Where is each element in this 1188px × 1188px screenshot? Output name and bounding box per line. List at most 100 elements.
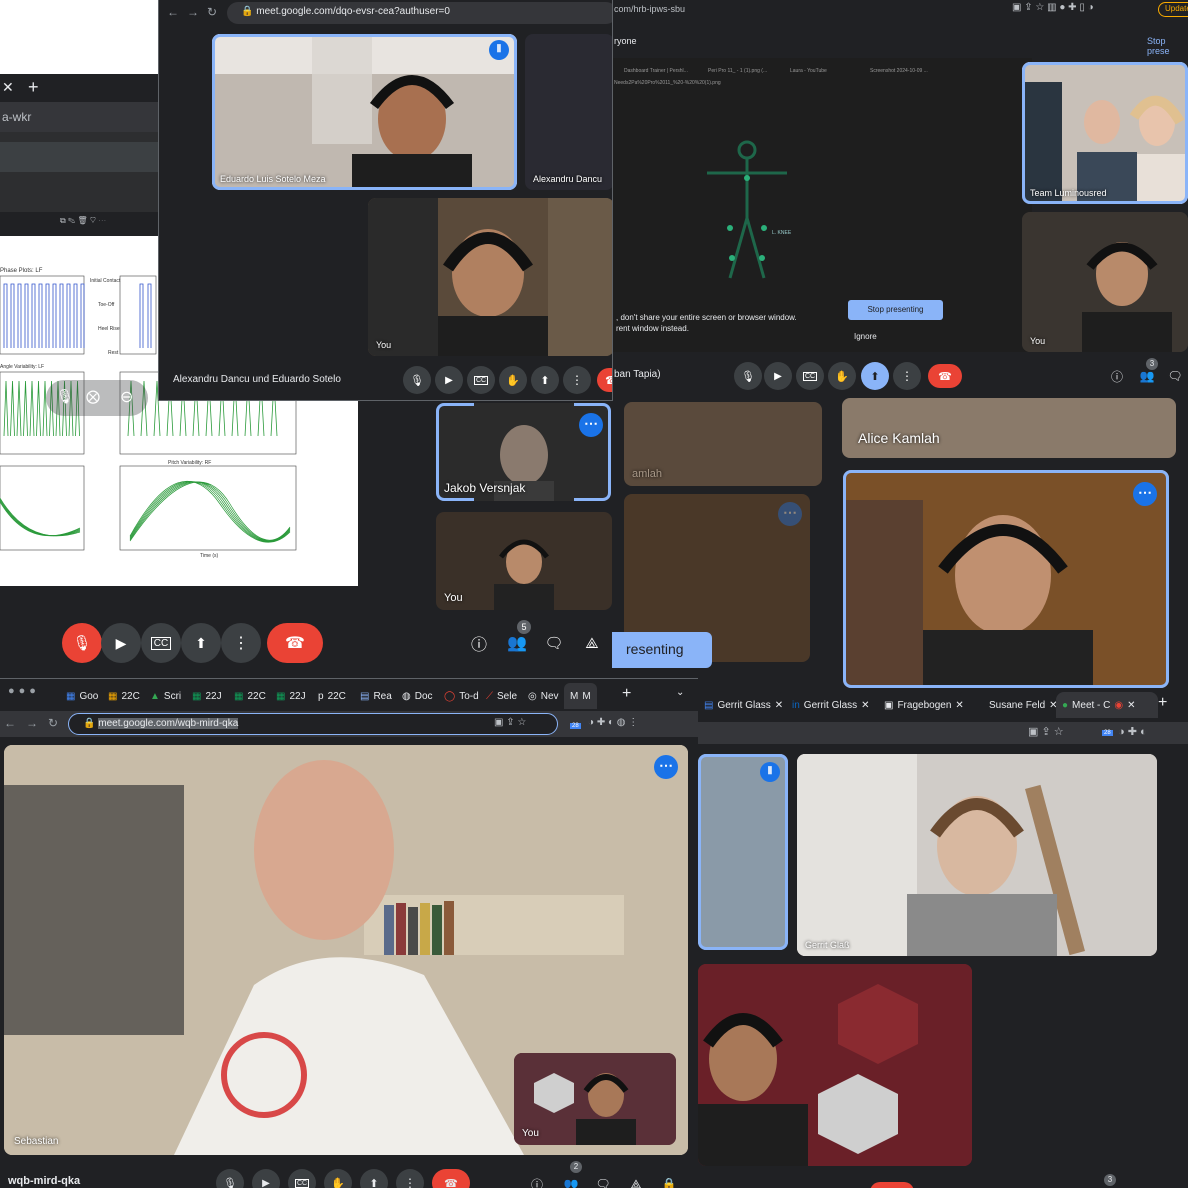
address-bar[interactable]: 🔒 meet.google.com/dqo-evsr-cea?authuser=… (227, 2, 612, 24)
participant-tile-blue[interactable]: ⦀ (698, 754, 788, 950)
self-tile[interactable] (698, 964, 972, 1166)
leave-call-button[interactable]: ☎ (597, 368, 612, 392)
raise-hand-button[interactable]: ✋ (828, 362, 856, 390)
address-bar[interactable]: 🔒 meet.google.com/wqb-mird-qka (68, 713, 558, 735)
leave-call-button[interactable]: ☎ (432, 1169, 470, 1188)
captions-button[interactable]: CC (141, 623, 181, 663)
browser-tab[interactable]: p 22C (312, 683, 352, 709)
people-icon[interactable]: 👥 (506, 632, 528, 654)
participant-name: Gerrit Glaß (805, 940, 850, 950)
new-tab-icon[interactable]: + (622, 685, 631, 703)
lock-host-icon[interactable]: 🔒 (658, 1173, 680, 1188)
browser-tab[interactable]: Susane Feld ✕ (983, 692, 1064, 718)
back-icon[interactable]: ← (167, 5, 179, 19)
participant-tile-gerrit[interactable]: Gerrit Glaß (797, 754, 1157, 956)
captions-button[interactable]: CC (288, 1169, 316, 1188)
present-button[interactable]: ⬆ (861, 362, 889, 390)
participant-tile-alexandru[interactable]: Alexandru Dancu (525, 34, 612, 190)
browser-tab[interactable]: ◍ Doc (396, 683, 439, 709)
stop-presenting-button[interactable]: Stop presenting (848, 300, 943, 320)
ignore-button[interactable]: Ignore (854, 332, 877, 341)
browser-tab[interactable]: ▦ 22C (228, 683, 272, 709)
leave-call-button[interactable]: ☎ (928, 364, 962, 388)
reload-icon[interactable]: ↻ (207, 5, 217, 19)
browser-tab[interactable]: ▣ Fragebogen ✕ (878, 692, 970, 718)
close-icon[interactable]: ✕ (2, 79, 14, 96)
mic-button[interactable]: 🎙 (216, 1169, 244, 1188)
tab-search-icon[interactable]: ⌄ (676, 687, 684, 698)
browser-tab[interactable]: ▦ Goo (60, 683, 104, 709)
presenting-chip[interactable]: resenting (612, 632, 712, 668)
browser-tab[interactable]: ◯ To-d (438, 683, 485, 709)
chat-icon[interactable]: 🗨 (543, 632, 565, 654)
captions-button[interactable]: CC (796, 362, 824, 390)
browser-tab[interactable]: ⟋ Sele (480, 683, 523, 709)
camera-button[interactable]: ▶ (435, 366, 463, 394)
participant-tile-jakob[interactable]: ⋯ Jakob Versnjak (436, 403, 611, 501)
update-button[interactable]: Update (1158, 2, 1188, 17)
info-icon[interactable]: ⓘ (1106, 365, 1128, 387)
close-icon[interactable]: ✕ (1127, 700, 1135, 711)
self-name: You (1030, 336, 1046, 346)
more-button[interactable]: ⋮ (396, 1169, 424, 1188)
more-options-icon-dim[interactable]: ⋯ (778, 502, 802, 526)
new-tab-icon[interactable]: + (1158, 694, 1167, 712)
present-button[interactable]: ⬆ (360, 1169, 388, 1188)
mic-button[interactable]: 🎙 (734, 362, 762, 390)
more-button[interactable]: ⋮ (221, 623, 261, 663)
more-button[interactable]: ⋮ (563, 366, 591, 394)
browser-tab[interactable]: ▲ Scri (144, 683, 187, 709)
raise-hand-button[interactable]: ✋ (499, 366, 527, 394)
close-icon[interactable]: ✕ (775, 700, 783, 711)
chat-icon[interactable]: 🗨 (1164, 365, 1186, 387)
captions-button[interactable]: CC (467, 366, 495, 394)
mic-button[interactable]: 🎙 (403, 366, 431, 394)
form-icon: ▣ (884, 699, 894, 711)
participant-tile-self-main[interactable]: ⋯ (843, 470, 1169, 688)
stop-presenting-link[interactable]: Stop prese (1147, 36, 1188, 56)
info-icon[interactable]: ⓘ (468, 632, 490, 654)
self-tile[interactable]: You (436, 512, 612, 610)
mic-toggle-button[interactable]: 🎙 (62, 623, 102, 663)
people-icon[interactable]: 👥 (560, 1173, 582, 1188)
participant-tile-team[interactable]: Team Luminousred (1022, 62, 1188, 204)
participant-tile-alice[interactable]: Alice Kamlah (842, 398, 1176, 458)
forward-icon[interactable]: → (26, 716, 38, 730)
info-icon[interactable]: ⓘ (526, 1173, 548, 1188)
leave-call-button[interactable]: ☎ (267, 623, 323, 663)
present-button[interactable]: ⬆ (531, 366, 559, 394)
participant-tile-faded[interactable]: amlah (624, 402, 822, 486)
browser-tab[interactable]: ▤ Rea (354, 683, 398, 709)
chat-icon[interactable]: 🗨 (592, 1173, 614, 1188)
leave-call-button[interactable] (870, 1182, 914, 1188)
self-tile[interactable]: You (1022, 212, 1188, 352)
more-options-icon[interactable]: ⋯ (654, 755, 678, 779)
browser-tab[interactable]: in Gerrit Glass ✕ (786, 692, 876, 718)
activities-icon[interactable]: ⟁ (581, 632, 603, 654)
browser-tab[interactable]: ▦ 22C (102, 683, 146, 709)
more-options-icon[interactable]: ⋯ (1133, 482, 1157, 506)
more-options-icon[interactable]: ⋯ (579, 413, 603, 437)
self-pip-tile[interactable]: You (514, 1053, 676, 1145)
camera-button[interactable]: ▶ (764, 362, 792, 390)
camera-button[interactable]: ▶ (252, 1169, 280, 1188)
new-tab-icon[interactable]: + (28, 77, 39, 98)
camera-button[interactable]: ▶ (101, 623, 141, 663)
close-icon[interactable]: ✕ (955, 700, 963, 711)
present-button[interactable]: ⬆ (181, 623, 221, 663)
browser-tab-active[interactable]: ● Meet - C ◉ ✕ (1056, 692, 1158, 718)
browser-tab[interactable]: MM (564, 683, 597, 709)
browser-tab[interactable]: ◎ Nev (522, 683, 565, 709)
participant-tile-eduardo[interactable]: ⦀ Eduardo Luis Sotelo Meza (212, 34, 517, 190)
raise-hand-button[interactable]: ✋ (324, 1169, 352, 1188)
reload-icon[interactable]: ↻ (48, 716, 58, 730)
browser-tab[interactable]: ▦ 22J (186, 683, 228, 709)
more-button[interactable]: ⋮ (893, 362, 921, 390)
back-icon[interactable]: ← (4, 716, 16, 730)
browser-tab[interactable]: ▤ Gerrit Glass ✕ (698, 692, 789, 718)
browser-tab[interactable]: ▦ 22J (270, 683, 312, 709)
forward-icon[interactable]: → (187, 5, 199, 19)
self-tile[interactable]: You (368, 198, 612, 356)
close-icon[interactable]: ✕ (861, 700, 869, 711)
activities-icon[interactable]: ⟁ (625, 1173, 647, 1188)
